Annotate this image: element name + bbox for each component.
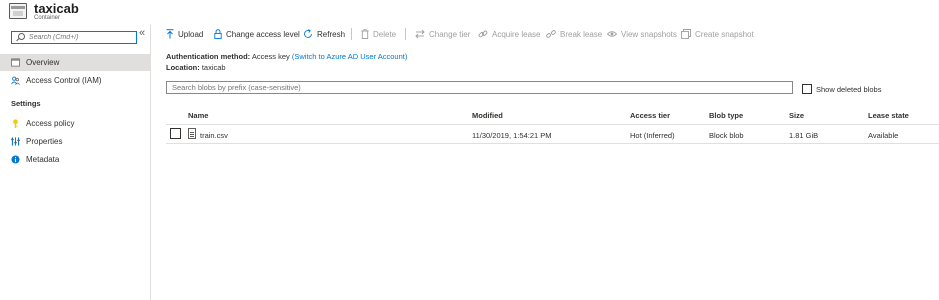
link-icon	[478, 30, 488, 38]
sidebar-item-label: Access policy	[26, 119, 75, 128]
column-header-name[interactable]: Name	[188, 111, 208, 120]
sidebar-item-properties[interactable]: Properties	[0, 133, 150, 150]
change-tier-label: Change tier	[429, 29, 471, 39]
container-icon	[9, 3, 27, 19]
change-tier-icon	[415, 29, 425, 39]
toolbar-divider	[405, 28, 406, 40]
sidebar-item-label: Properties	[26, 137, 63, 146]
page-title: taxicab	[34, 1, 79, 16]
column-header-access-tier[interactable]: Access tier	[630, 111, 670, 120]
sidebar-item-label: Access Control (IAM)	[26, 76, 102, 85]
switch-auth-link[interactable]: (Switch to Azure AD User Account)	[292, 52, 407, 61]
blob-lease-state: Available	[868, 131, 899, 140]
create-snapshot-button[interactable]: Create snapshot	[681, 25, 754, 43]
show-deleted-checkbox[interactable]	[802, 84, 812, 94]
refresh-label: Refresh	[317, 29, 346, 39]
break-lease-label: Break lease	[560, 29, 603, 39]
upload-button[interactable]: Upload	[166, 25, 203, 43]
sidebar-search-input[interactable]	[28, 34, 136, 41]
toolbar-divider	[351, 28, 352, 40]
view-snapshots-label: View snapshots	[621, 29, 677, 39]
resource-header: taxicab Container	[0, 0, 939, 24]
sidebar-item-metadata[interactable]: Metadata	[0, 151, 150, 168]
upload-label: Upload	[178, 29, 204, 39]
change-tier-button[interactable]: Change tier	[415, 25, 470, 43]
acquire-lease-label: Acquire lease	[492, 29, 541, 39]
sidebar-search[interactable]	[11, 31, 137, 44]
authentication-method: Authentication method: Access key (Switc…	[166, 52, 407, 61]
upload-icon	[166, 29, 174, 39]
settings-section-label: Settings	[11, 99, 41, 108]
column-header-lease-state[interactable]: Lease state	[868, 111, 909, 120]
column-header-modified[interactable]: Modified	[472, 111, 503, 120]
auth-value: Access key	[251, 52, 290, 61]
blob-type: Block blob	[709, 131, 744, 140]
file-icon	[188, 128, 196, 139]
location: Location: taxicab	[166, 63, 226, 72]
location-label: Location:	[166, 63, 200, 72]
row-checkbox[interactable]	[170, 128, 181, 139]
people-icon	[11, 76, 20, 85]
broken-link-icon	[546, 30, 556, 38]
refresh-icon	[304, 29, 312, 38]
refresh-button[interactable]: Refresh	[303, 25, 345, 43]
change-access-level-button[interactable]: Change access level	[214, 25, 300, 43]
sidebar: « Overview Access Control (IAM) Settings…	[0, 24, 151, 300]
sidebar-item-label: Metadata	[26, 155, 60, 164]
delete-button[interactable]: Delete	[361, 25, 396, 43]
column-header-blob-type[interactable]: Blob type	[709, 111, 743, 120]
blob-prefix-search-input[interactable]	[166, 81, 793, 94]
key-icon	[13, 119, 18, 128]
view-snapshots-button[interactable]: View snapshots	[607, 25, 677, 43]
break-lease-button[interactable]: Break lease	[546, 25, 602, 43]
eye-icon	[607, 31, 617, 37]
page-subtitle: Container	[34, 15, 61, 21]
change-access-level-label: Change access level	[226, 29, 300, 39]
lock-icon	[214, 29, 222, 39]
blob-modified: 11/30/2019, 1:54:21 PM	[472, 131, 552, 140]
blob-access-tier: Hot (Inferred)	[630, 131, 675, 140]
sidebar-item-label: Overview	[26, 58, 60, 67]
command-bar: Upload Change access level Refresh Delet…	[151, 25, 939, 43]
sidebar-item-access-policy[interactable]: Access policy	[0, 115, 150, 132]
info-icon	[11, 155, 20, 164]
column-header-size[interactable]: Size	[789, 111, 804, 120]
trash-icon	[361, 29, 369, 39]
properties-icon	[11, 137, 20, 146]
acquire-lease-button[interactable]: Acquire lease	[478, 25, 540, 43]
sidebar-item-access-control[interactable]: Access Control (IAM)	[0, 72, 150, 89]
table-row[interactable]: train.csv 11/30/2019, 1:54:21 PM Hot (In…	[166, 125, 939, 144]
auth-label: Authentication method:	[166, 52, 251, 61]
snapshot-icon	[681, 29, 691, 39]
sidebar-item-overview[interactable]: Overview	[0, 54, 150, 71]
search-icon	[15, 32, 26, 43]
delete-label: Delete	[373, 29, 397, 39]
create-snapshot-label: Create snapshot	[695, 29, 754, 39]
show-deleted-blobs-toggle[interactable]: Show deleted blobs	[802, 84, 881, 94]
blob-size: 1.81 GiB	[789, 131, 819, 140]
overview-icon	[11, 58, 20, 67]
blob-name[interactable]: train.csv	[200, 131, 228, 140]
collapse-sidebar-button[interactable]: «	[139, 27, 145, 39]
show-deleted-label: Show deleted blobs	[816, 84, 882, 94]
location-value: taxicab	[201, 63, 226, 72]
